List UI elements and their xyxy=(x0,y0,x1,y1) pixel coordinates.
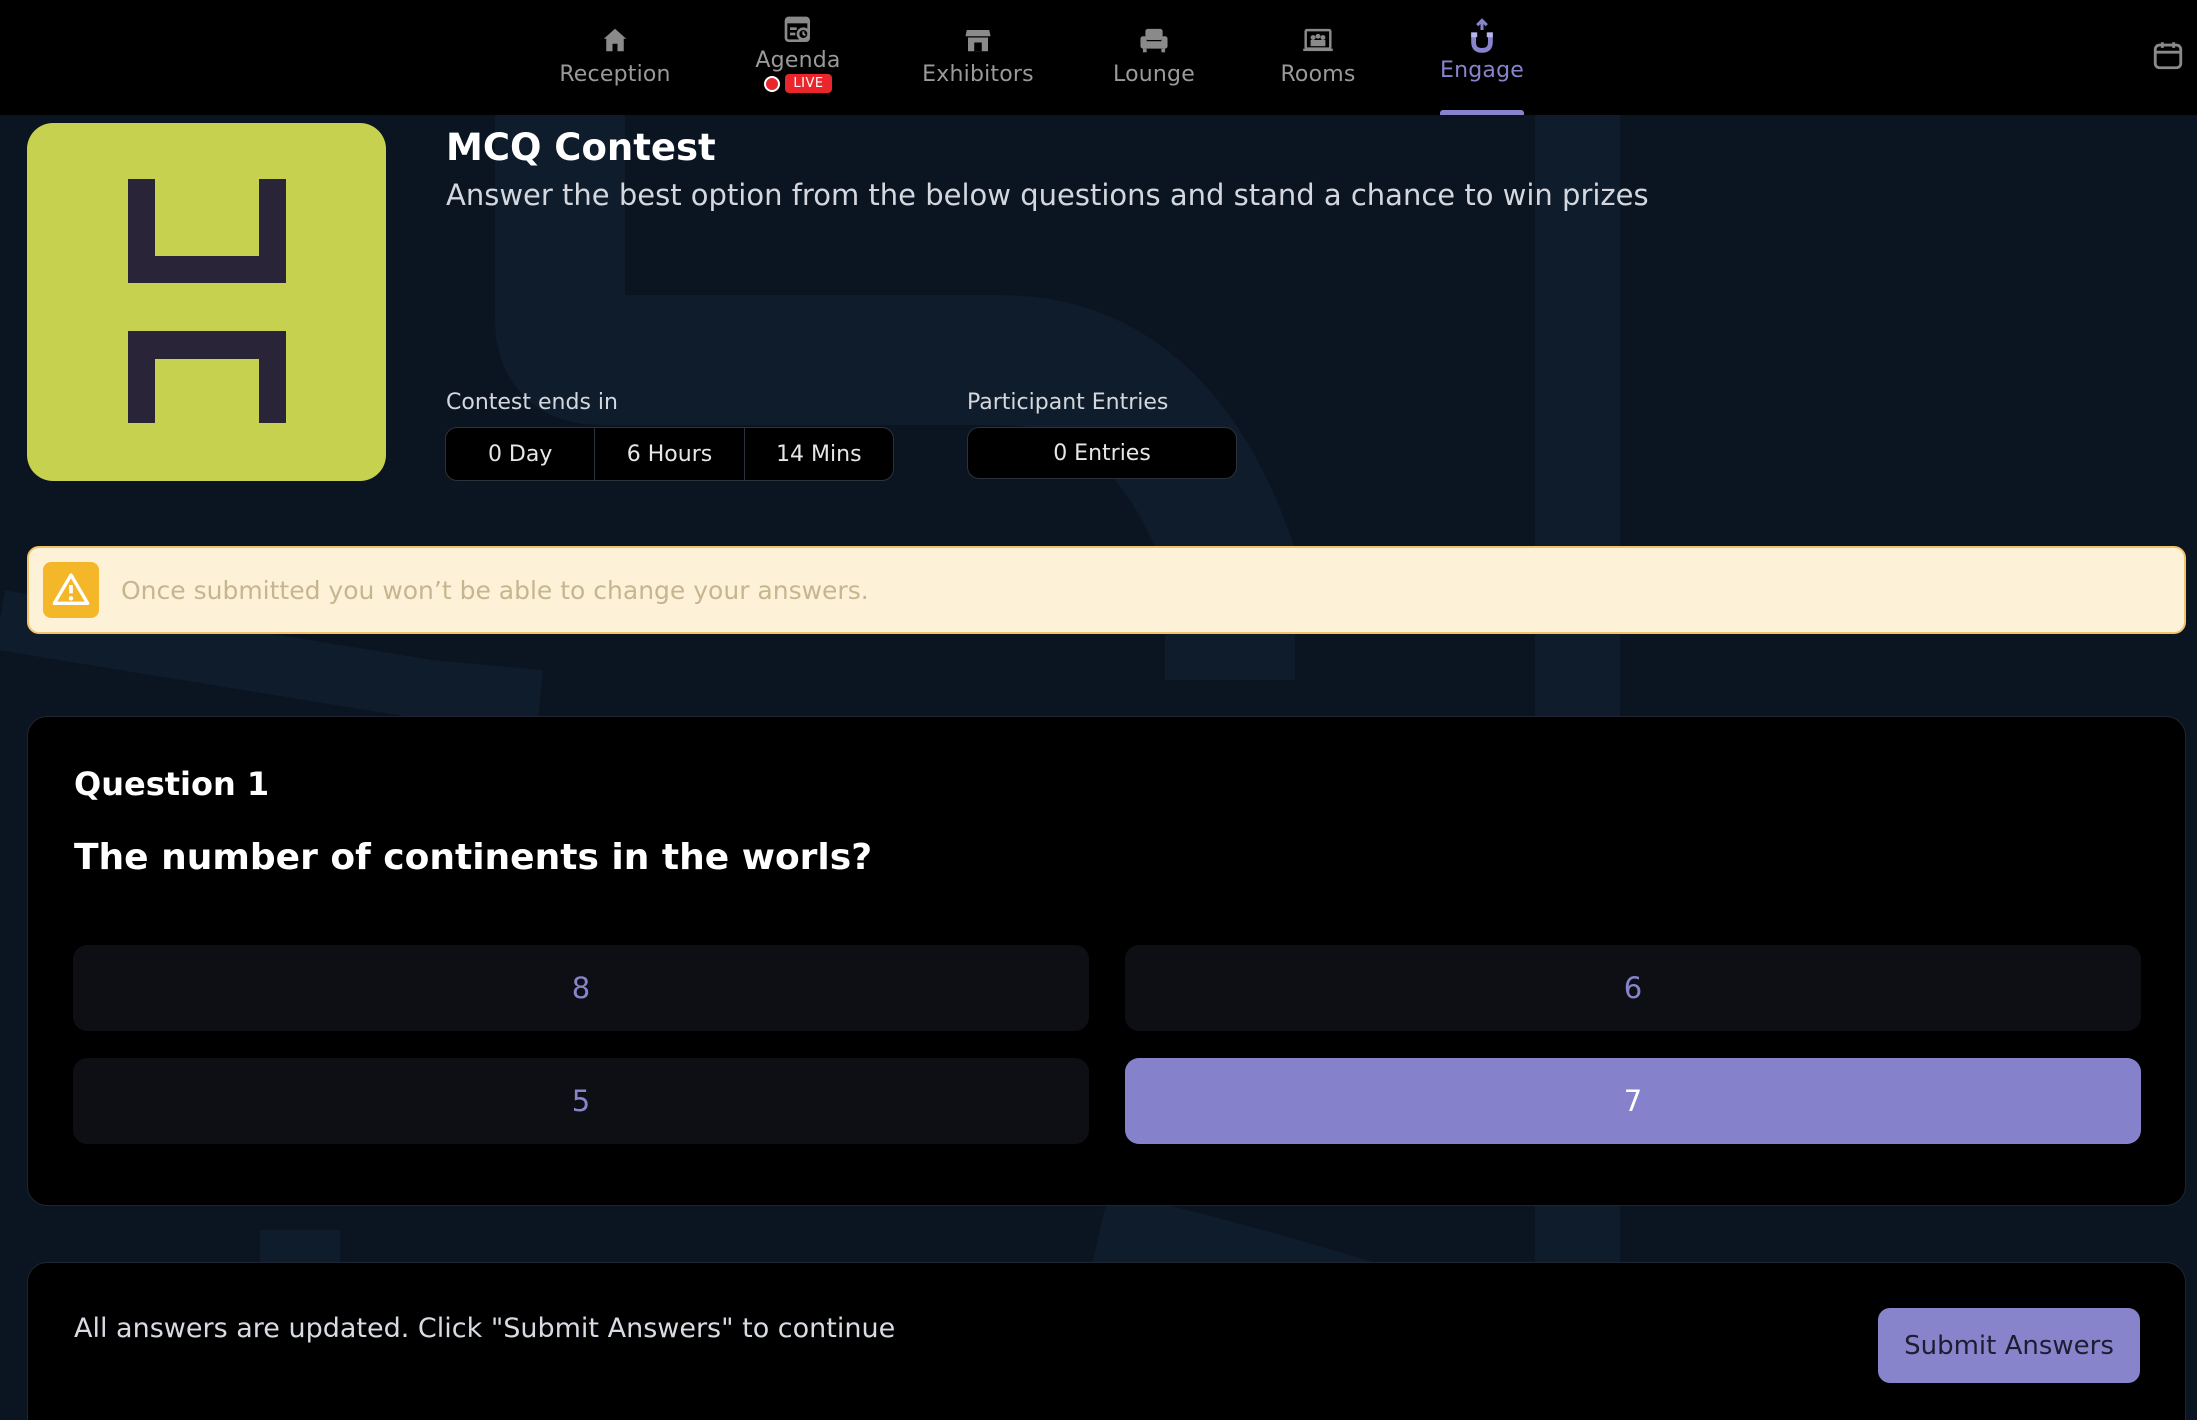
nav-item-rooms[interactable]: Rooms xyxy=(1278,0,1358,115)
timer-mins: 14 Mins xyxy=(776,441,862,467)
engage-icon xyxy=(1464,18,1500,54)
submit-status-text: All answers are updated. Click "Submit A… xyxy=(74,1313,896,1344)
warning-icon xyxy=(43,562,99,618)
question-number: Question 1 xyxy=(74,765,270,803)
option-2[interactable]: 6 xyxy=(1125,945,2141,1031)
submit-bar: All answers are updated. Click "Submit A… xyxy=(27,1262,2186,1420)
nav-item-reception[interactable]: Reception xyxy=(556,0,674,115)
nav-item-engage[interactable]: Engage xyxy=(1440,0,1524,115)
nav-item-exhibitors[interactable]: Exhibitors xyxy=(922,0,1034,115)
option-4[interactable]: 7 xyxy=(1125,1058,2141,1144)
logo-mark-icon xyxy=(128,179,286,423)
home-icon xyxy=(597,22,633,58)
nav-label-exhibitors: Exhibitors xyxy=(922,62,1034,87)
contest-logo xyxy=(27,123,386,481)
question-card: Question 1 The number of continents in t… xyxy=(27,716,2186,1206)
armchair-icon xyxy=(1136,22,1172,58)
top-navigation: Reception Agenda LIVE Exhibitors Lounge xyxy=(0,0,2197,115)
warning-text: Once submitted you won’t be able to chan… xyxy=(121,575,869,605)
live-dot-icon xyxy=(764,75,781,92)
nav-label-reception: Reception xyxy=(559,62,671,87)
nav-label-engage: Engage xyxy=(1440,58,1524,83)
store-icon xyxy=(960,22,996,58)
contest-title: MCQ Contest xyxy=(446,126,716,169)
submit-answers-button[interactable]: Submit Answers xyxy=(1878,1308,2140,1383)
rooms-icon xyxy=(1300,22,1336,58)
contest-description: Answer the best option from the below qu… xyxy=(446,178,1649,212)
question-text: The number of continents in the worls? xyxy=(74,837,873,878)
agenda-icon xyxy=(780,12,816,48)
option-1[interactable]: 8 xyxy=(73,945,1089,1031)
live-badge-text: LIVE xyxy=(785,74,832,93)
nav-item-agenda[interactable]: Agenda LIVE xyxy=(748,0,848,115)
timer-hours: 6 Hours xyxy=(595,428,745,480)
nav-label-lounge: Lounge xyxy=(1113,62,1195,87)
nav-label-agenda: Agenda xyxy=(755,48,841,73)
participant-entries-label: Participant Entries xyxy=(967,390,1169,415)
contest-timer: 0 Day 6 Hours 14 Mins xyxy=(445,427,894,481)
submission-warning: Once submitted you won’t be able to chan… xyxy=(27,546,2186,634)
option-3[interactable]: 5 xyxy=(73,1058,1089,1144)
nav-item-lounge[interactable]: Lounge xyxy=(1110,0,1198,115)
contest-page: Reception Agenda LIVE Exhibitors Lounge xyxy=(0,0,2197,1420)
nav-label-rooms: Rooms xyxy=(1280,62,1356,87)
live-badge: LIVE xyxy=(764,74,832,93)
contest-ends-label: Contest ends in xyxy=(446,390,618,415)
participant-entries-value: 0 Entries xyxy=(967,427,1237,479)
calendar-icon[interactable] xyxy=(2151,38,2187,74)
timer-days: 0 Day xyxy=(446,428,596,480)
